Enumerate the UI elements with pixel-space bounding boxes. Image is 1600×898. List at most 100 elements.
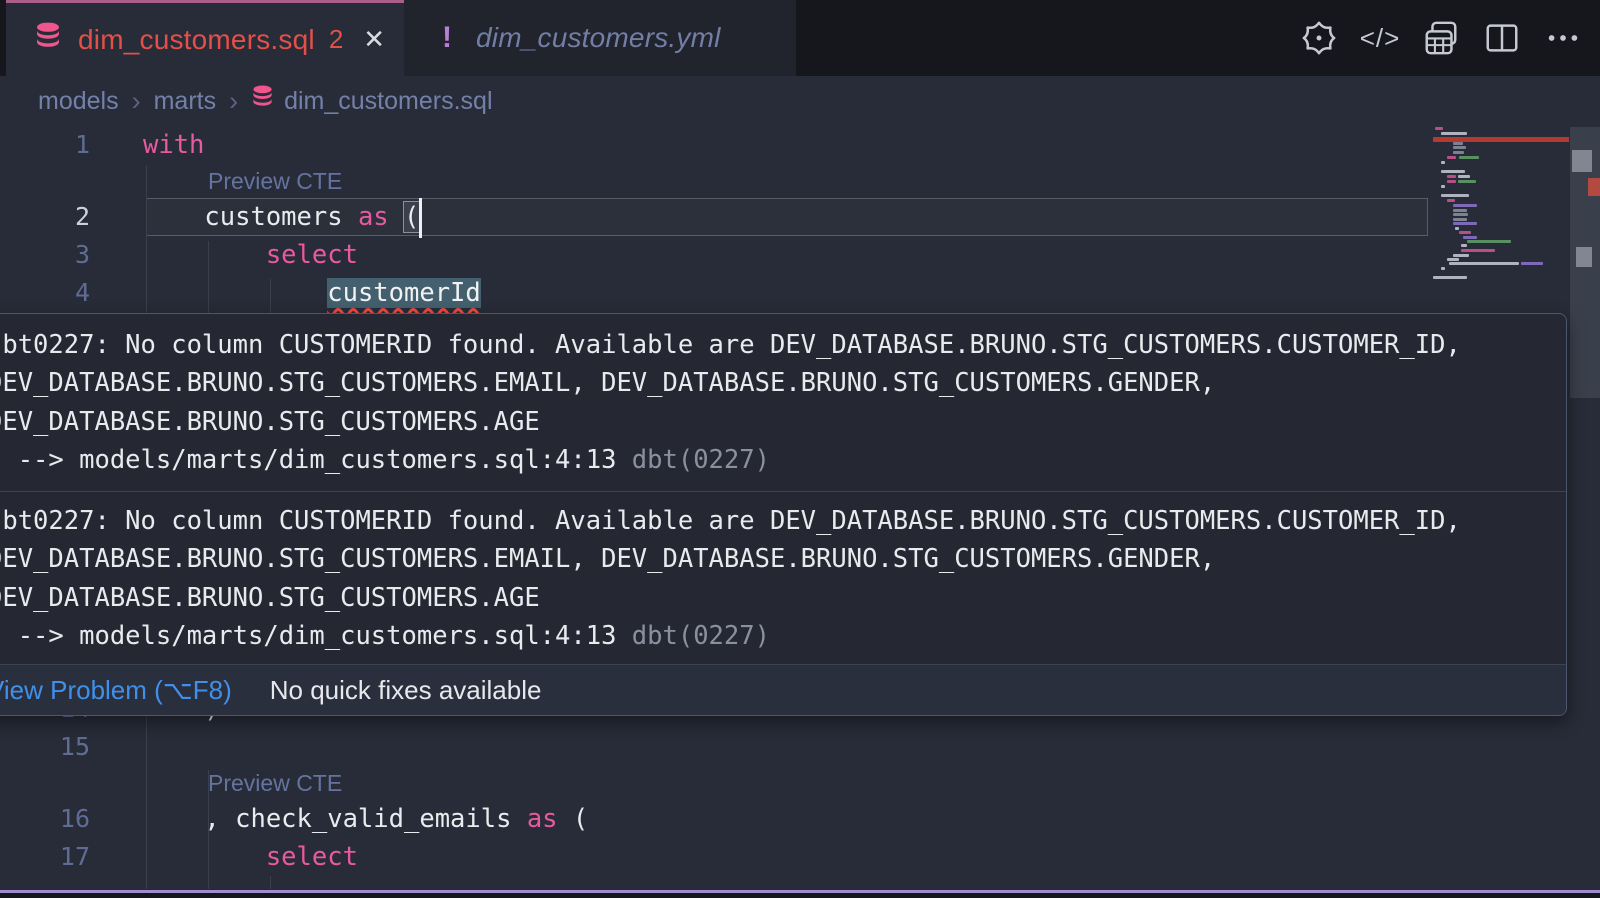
minimap-line: [1467, 240, 1511, 243]
minimap-line: [1453, 142, 1463, 145]
minimap-line: [1447, 258, 1459, 261]
minimap-line: [1458, 180, 1476, 183]
minimap-line: [1461, 249, 1495, 252]
matched-bracket-with-cursor: (: [404, 202, 419, 232]
database-icon: [34, 22, 62, 57]
line-number: 15: [0, 728, 90, 766]
open-source-code-icon[interactable]: </>: [1361, 19, 1399, 57]
line-number: 16: [0, 800, 90, 838]
indent-guide: [270, 876, 271, 889]
code-token: [389, 202, 404, 232]
chevron-right-icon: ›: [229, 86, 238, 117]
error-location: --> models/marts/dim_customers.sql:4:13 …: [0, 617, 1558, 655]
error-message: dbt0227: No column CUSTOMERID found. Ava…: [0, 326, 1558, 441]
line-number: 17: [0, 838, 90, 876]
tab-dim-customers-sql[interactable]: dim_customers.sql 2 ✕: [6, 0, 404, 76]
codelens-preview-cte[interactable]: Preview CTE: [208, 165, 342, 198]
keyword-token: as: [527, 804, 558, 834]
minimap-line: [1433, 276, 1467, 279]
minimap-line: [1441, 194, 1469, 197]
minimap-line: [1459, 156, 1479, 159]
line-number: 1: [0, 126, 90, 164]
breadcrumb-filename: dim_customers.sql: [284, 87, 492, 116]
view-problem-link[interactable]: View Problem (⌥F8): [0, 675, 232, 706]
minimap-line: [1441, 267, 1445, 270]
code-line-17[interactable]: 17 select: [0, 838, 1600, 876]
code-line-2[interactable]: 2 customers as (: [0, 198, 1600, 236]
minimap-line: [1441, 132, 1467, 135]
line-number: 3: [0, 236, 90, 274]
minimap-line: [1458, 175, 1470, 178]
breadcrumb-marts[interactable]: marts: [154, 87, 217, 116]
code-line-3[interactable]: 3 select: [0, 236, 1600, 274]
minimap-line: [1463, 236, 1477, 239]
code-line-1[interactable]: 1 with: [0, 126, 1600, 164]
minimap-line: [1447, 156, 1456, 159]
error-word-customerId: customerId: [327, 278, 481, 308]
line-number: 2: [0, 198, 90, 236]
keyword-token: as: [358, 202, 389, 232]
dbt-logo-icon[interactable]: [1300, 19, 1338, 57]
hover-footer: View Problem (⌥F8) No quick fixes availa…: [0, 664, 1566, 715]
breadcrumb: models › marts › dim_customers.sql: [0, 76, 1600, 126]
minimap-line: [1453, 213, 1468, 216]
breadcrumb-models[interactable]: models: [38, 87, 119, 116]
code-line-15[interactable]: 15: [0, 728, 1600, 766]
keyword-token: select: [266, 240, 358, 270]
error-code: dbt(0227): [632, 445, 770, 475]
database-icon: [251, 85, 274, 117]
minimap-error-line: [1433, 137, 1569, 142]
warning-exclamation-icon: !: [442, 21, 452, 55]
codelens-preview-cte[interactable]: Preview CTE: [208, 767, 342, 800]
error-message-block: dbt0227: No column CUSTOMERID found. Ava…: [0, 492, 1566, 664]
split-editor-icon[interactable]: [1483, 19, 1521, 57]
vscode-window: dim_customers.sql 2 ✕ ! dim_customers.ym…: [0, 0, 1600, 898]
keyword-token: select: [266, 842, 358, 872]
minimap-line: [1453, 204, 1477, 207]
error-hover-popup: dbt0227: No column CUSTOMERID found. Ava…: [0, 313, 1567, 716]
minimap-line: [1453, 209, 1467, 212]
code-token: customers: [143, 202, 358, 232]
error-message: dbt0227: No column CUSTOMERID found. Ava…: [0, 502, 1558, 617]
minimap-line: [1453, 151, 1464, 154]
code-token: [143, 842, 266, 872]
code-token: (: [558, 804, 589, 834]
minimap-line: [1435, 127, 1443, 130]
keyword-token: with: [143, 130, 204, 160]
minimap-line: [1447, 199, 1455, 202]
minimap-line: [1447, 175, 1456, 178]
editor-actions: </>: [1300, 0, 1582, 76]
line-number: 4: [0, 274, 90, 312]
close-tab-icon[interactable]: ✕: [363, 24, 385, 55]
more-actions-icon[interactable]: [1544, 19, 1582, 57]
minimap-line: [1441, 161, 1445, 164]
tab-label: dim_customers.yml: [476, 22, 721, 54]
code-line-16[interactable]: 16 , check_valid_emails as (: [0, 800, 1600, 838]
overview-ruler-marker: [1572, 150, 1592, 172]
minimap[interactable]: [1433, 127, 1545, 297]
code-line-4[interactable]: 4 customerId: [0, 274, 1600, 312]
minimap-line: [1453, 146, 1466, 149]
minimap-line: [1453, 218, 1467, 221]
tab-bar: dim_customers.sql 2 ✕ ! dim_customers.ym…: [0, 0, 1600, 76]
minimap-line: [1521, 262, 1543, 265]
breadcrumb-file[interactable]: dim_customers.sql: [251, 85, 492, 117]
minimap-line: [1453, 254, 1469, 257]
overview-ruler-error-marker: [1588, 178, 1600, 196]
minimap-line: [1461, 244, 1467, 247]
query-results-icon[interactable]: [1422, 19, 1460, 57]
error-code: dbt(0227): [632, 621, 770, 651]
minimap-line: [1449, 262, 1519, 265]
minimap-line: [1441, 185, 1445, 188]
chevron-right-icon: ›: [132, 86, 141, 117]
overview-ruler-marker: [1576, 247, 1592, 267]
minimap-line: [1447, 180, 1456, 183]
error-location: --> models/marts/dim_customers.sql:4:13 …: [0, 441, 1558, 479]
quick-fix-status: No quick fixes available: [270, 675, 542, 706]
minimap-line: [1453, 222, 1477, 225]
code-token: [143, 278, 327, 308]
window-bottom-strip: [0, 893, 1600, 898]
minimap-line: [1455, 227, 1459, 230]
error-message-block: dbt0227: No column CUSTOMERID found. Ava…: [0, 314, 1566, 491]
tab-dim-customers-yml[interactable]: ! dim_customers.yml: [404, 0, 796, 76]
